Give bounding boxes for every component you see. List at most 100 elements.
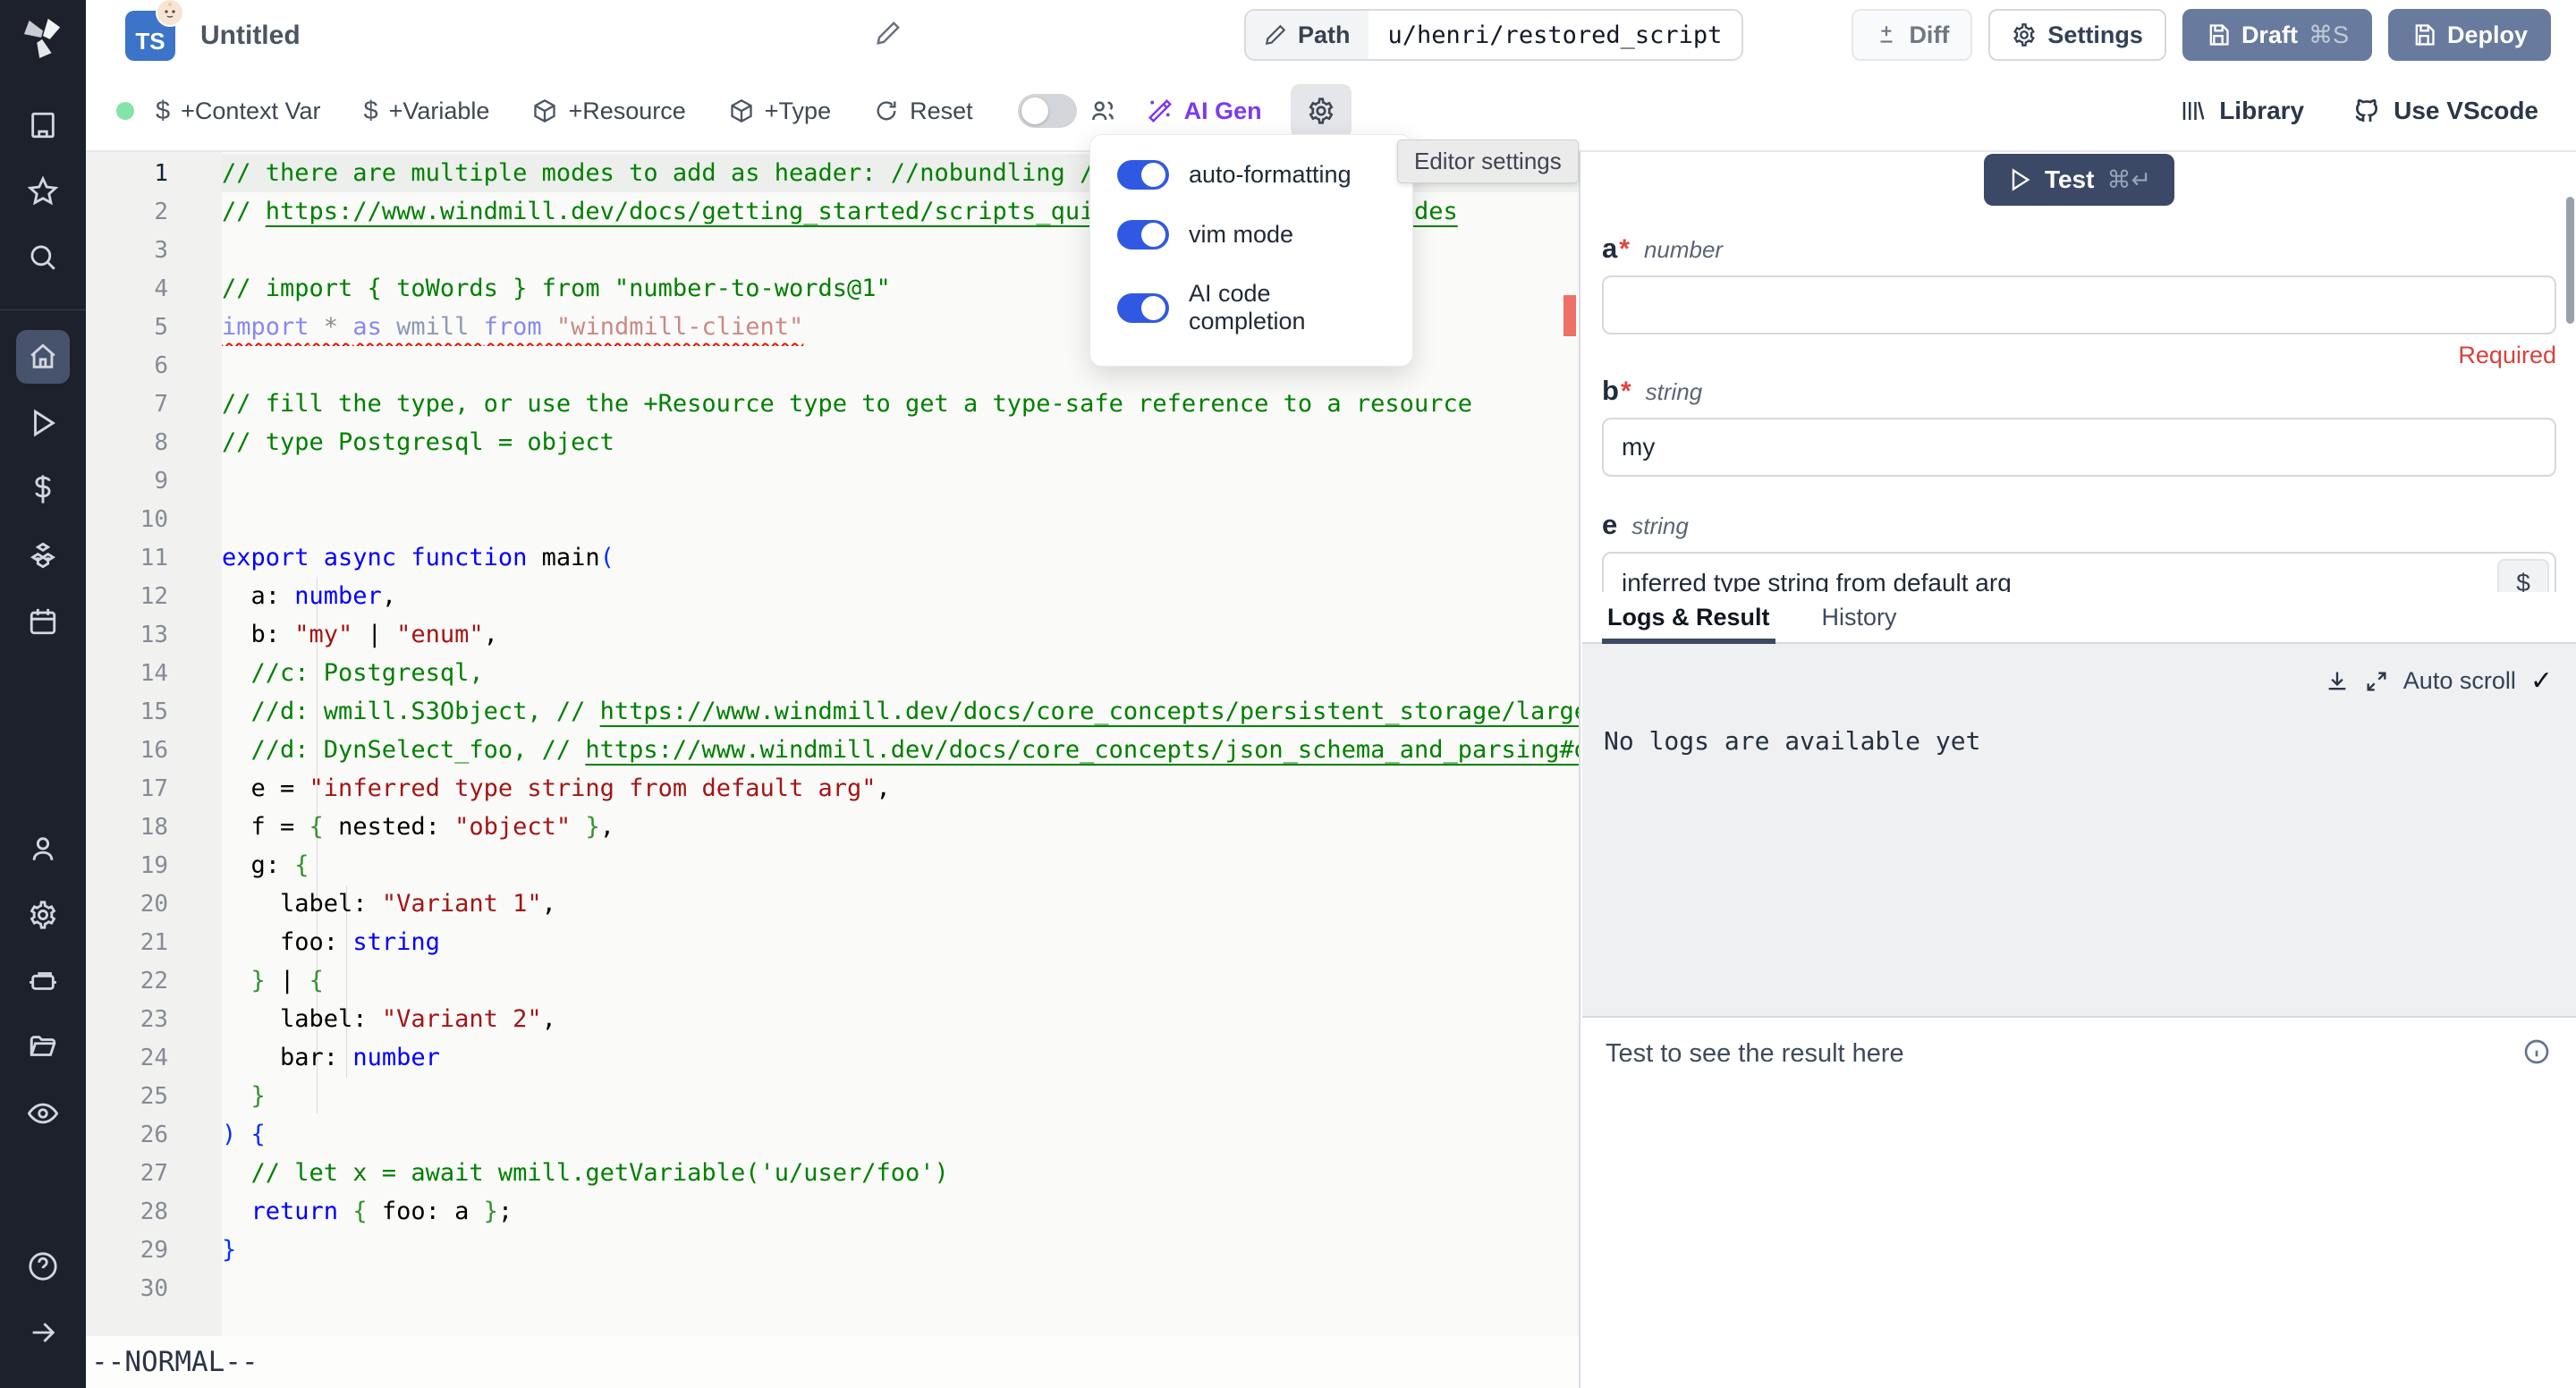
expand-logs-icon[interactable] bbox=[2364, 669, 2389, 694]
vim-mode-status: --NORMAL-- bbox=[86, 1346, 258, 1378]
code-line-text[interactable]: } bbox=[222, 1231, 1579, 1269]
code-line-text[interactable]: export async function main( bbox=[222, 538, 1579, 577]
line-number: 5 bbox=[86, 314, 222, 341]
line-number: 27 bbox=[86, 1160, 222, 1187]
sidebar-item-workers[interactable] bbox=[16, 954, 70, 1008]
result-area: Test to see the result here bbox=[1582, 1018, 2576, 1090]
help-icon[interactable] bbox=[16, 1240, 70, 1293]
add-context-var-button[interactable]: $ +Context Var bbox=[134, 85, 342, 137]
right-panel-scrollbar-thumb[interactable] bbox=[2566, 197, 2574, 324]
checkmark-icon[interactable]: ✓ bbox=[2530, 665, 2553, 697]
code-line: 16 //d: DynSelect_foo, // https://www.wi… bbox=[86, 731, 1579, 769]
use-vscode-button[interactable]: Use VScode bbox=[2352, 97, 2538, 125]
code-line-text[interactable]: ) { bbox=[222, 1115, 1579, 1154]
editor-settings-gear-button[interactable] bbox=[1291, 84, 1352, 138]
line-number: 23 bbox=[86, 1006, 222, 1033]
sidebar-item-variables[interactable] bbox=[16, 462, 70, 516]
code-line-text[interactable] bbox=[222, 1269, 1579, 1308]
add-type-button[interactable]: +Type bbox=[708, 85, 852, 137]
code-line-text[interactable]: } bbox=[222, 1077, 1579, 1115]
code-line: 17 e = "inferred type string from defaul… bbox=[86, 769, 1579, 808]
code-line-text[interactable]: g: { bbox=[222, 846, 1579, 884]
save-icon bbox=[2411, 22, 2436, 47]
code-line-text[interactable]: a: number, bbox=[222, 577, 1579, 615]
field-a-required-error: Required bbox=[1602, 342, 2556, 369]
code-line-text[interactable]: // type Postgresql = object bbox=[222, 423, 1579, 461]
field-b-input[interactable] bbox=[1602, 418, 2556, 477]
field-e-label: e string bbox=[1602, 509, 2556, 541]
sidebar-item-resources[interactable] bbox=[16, 529, 70, 582]
code-line-text[interactable]: e = "inferred type string from default a… bbox=[222, 769, 1579, 808]
code-line: 10 bbox=[86, 500, 1579, 538]
field-e-input[interactable] bbox=[1602, 552, 2556, 592]
code-line-text[interactable]: label: "Variant 2", bbox=[222, 1000, 1579, 1038]
auto-scroll-label[interactable]: Auto scroll bbox=[2403, 667, 2516, 695]
sidebar-item-user[interactable] bbox=[16, 822, 70, 876]
play-icon bbox=[2007, 167, 2032, 192]
code-line-text[interactable]: //c: Postgresql, bbox=[222, 654, 1579, 692]
overview-ruler-error-marker bbox=[1563, 295, 1576, 336]
info-icon[interactable] bbox=[2522, 1037, 2551, 1066]
add-variable-button[interactable]: $ +Variable bbox=[342, 85, 511, 137]
field-a-input[interactable] bbox=[1602, 275, 2556, 334]
toggle-auto-formatting[interactable] bbox=[1117, 160, 1169, 190]
add-resource-button[interactable]: +Resource bbox=[511, 85, 707, 137]
code-line-text[interactable] bbox=[222, 461, 1579, 500]
search-icon[interactable] bbox=[16, 231, 70, 284]
collaboration-toggle[interactable] bbox=[1018, 94, 1077, 128]
sidebar-item-audit-eye[interactable] bbox=[16, 1087, 70, 1140]
tab-history[interactable]: History bbox=[1822, 592, 1897, 642]
toggle-ai-code-completion[interactable] bbox=[1117, 293, 1169, 323]
code-line-text[interactable]: f = { nested: "object" }, bbox=[222, 808, 1579, 846]
line-number: 30 bbox=[86, 1275, 222, 1302]
code-line-text[interactable]: bar: number bbox=[222, 1038, 1579, 1077]
user-emoji-avatar bbox=[156, 0, 184, 27]
code-line-text[interactable]: // let x = await wmill.getVariable('u/us… bbox=[222, 1154, 1579, 1192]
edit-title-pencil-icon[interactable] bbox=[875, 20, 902, 47]
github-cat-icon bbox=[2352, 97, 2381, 125]
favorites-star-icon[interactable] bbox=[16, 165, 70, 218]
insert-variable-dollar-button[interactable]: $ bbox=[2497, 559, 2549, 592]
code-line-text[interactable]: b: "my" | "enum", bbox=[222, 615, 1579, 654]
code-line: 11export async function main( bbox=[86, 538, 1579, 577]
sidebar-item-schedules[interactable] bbox=[16, 595, 70, 648]
code-line-text[interactable]: //d: DynSelect_foo, // https://www.windm… bbox=[222, 731, 1579, 769]
code-line-text[interactable] bbox=[222, 500, 1579, 538]
script-title: Untitled bbox=[200, 21, 301, 51]
code-line-text[interactable]: label: "Variant 1", bbox=[222, 884, 1579, 923]
line-number: 8 bbox=[86, 429, 222, 456]
typescript-badge-label: TS bbox=[135, 28, 165, 55]
library-button[interactable]: Library bbox=[2180, 97, 2304, 125]
ai-gen-button[interactable]: AI Gen bbox=[1125, 85, 1284, 137]
workspace-icon[interactable] bbox=[16, 98, 70, 152]
sidebar-item-settings[interactable] bbox=[16, 888, 70, 942]
path-value[interactable]: u/henri/restored_script bbox=[1368, 11, 1742, 59]
draft-button[interactable]: Draft ⌘S bbox=[2182, 9, 2372, 61]
sidebar-item-folders[interactable] bbox=[16, 1020, 70, 1074]
reset-button[interactable]: Reset bbox=[852, 85, 995, 137]
code-line-text[interactable]: // fill the type, or use the +Resource t… bbox=[222, 385, 1579, 423]
code-line: 20 label: "Variant 1", bbox=[86, 884, 1579, 923]
path-field[interactable]: Path u/henri/restored_script bbox=[1244, 9, 1743, 61]
windmill-logo[interactable] bbox=[0, 0, 86, 75]
code-line-text[interactable]: //d: wmill.S3Object, // https://www.wind… bbox=[222, 692, 1579, 731]
tab-logs-result[interactable]: Logs & Result bbox=[1607, 592, 1770, 642]
arguments-form: Test ⌘↵ a * number Required b * string e… bbox=[1582, 152, 2576, 592]
settings-button[interactable]: Settings bbox=[1988, 9, 2166, 61]
code-line-text[interactable]: return { foo: a }; bbox=[222, 1192, 1579, 1231]
toggle-vim-mode[interactable] bbox=[1117, 220, 1169, 250]
line-number: 1 bbox=[86, 160, 222, 187]
sidebar-item-home[interactable] bbox=[16, 330, 70, 384]
code-line-text[interactable]: } | { bbox=[222, 961, 1579, 1000]
expand-sidebar-arrow-icon[interactable] bbox=[16, 1306, 70, 1359]
sidebar-item-runs[interactable] bbox=[16, 396, 70, 450]
diff-button[interactable]: Diff bbox=[1852, 9, 1972, 61]
test-button[interactable]: Test ⌘↵ bbox=[1984, 154, 2174, 206]
download-logs-icon[interactable] bbox=[2325, 669, 2350, 694]
code-line: 22 } | { bbox=[86, 961, 1579, 1000]
code-line: 26) { bbox=[86, 1115, 1579, 1154]
line-number: 22 bbox=[86, 968, 222, 994]
code-line-text[interactable]: foo: string bbox=[222, 923, 1579, 961]
no-logs-message: No logs are available yet bbox=[1604, 726, 1980, 756]
deploy-button[interactable]: Deploy bbox=[2388, 9, 2551, 61]
